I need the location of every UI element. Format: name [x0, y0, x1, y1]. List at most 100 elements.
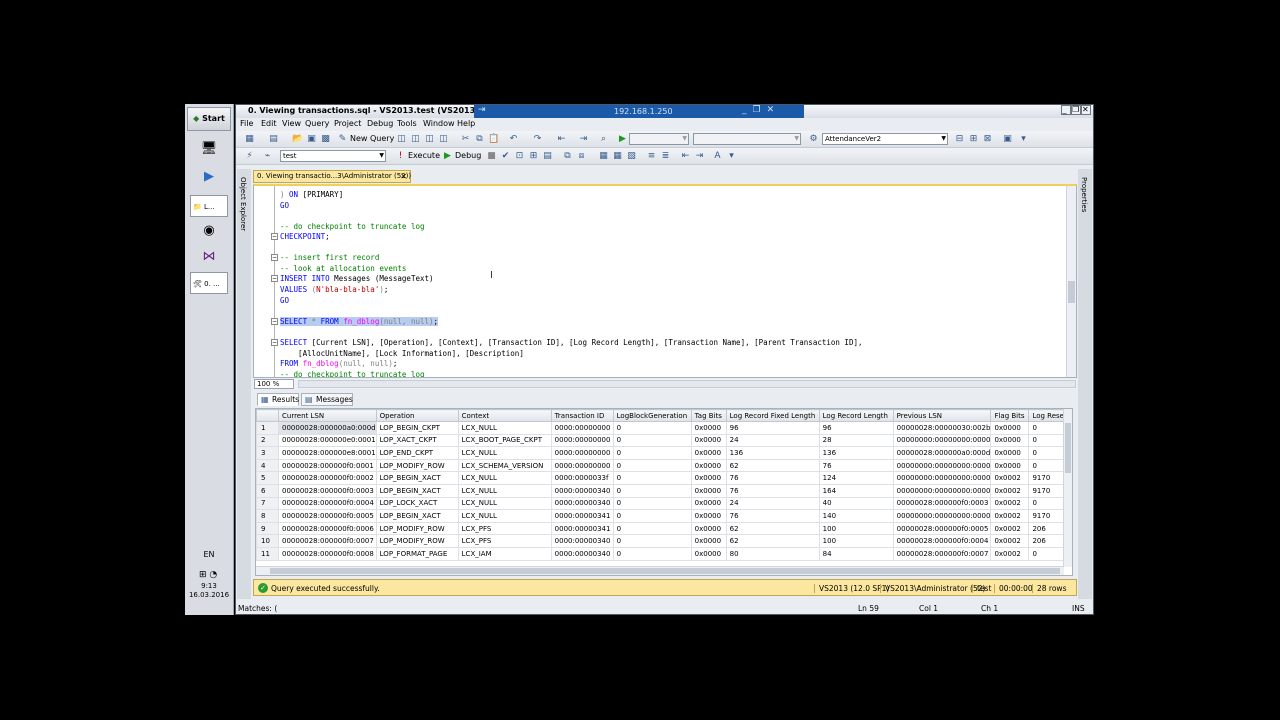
grid-cell[interactable]: 0x0002	[990, 496, 1030, 511]
add-item-icon[interactable]: ▤	[268, 134, 279, 145]
grid-cell[interactable]: LOP_LOCK_XACT	[375, 496, 459, 511]
grid-cell[interactable]: 76	[725, 471, 820, 485]
clock[interactable]: 9:13 16.03.2016	[185, 582, 233, 600]
menu-window[interactable]: Window	[423, 119, 455, 128]
powershell-icon[interactable]: ▶	[190, 166, 228, 188]
open-file-icon[interactable]: 📂	[292, 134, 303, 145]
include-plan-icon[interactable]: ⧉	[562, 151, 573, 162]
sql-editor[interactable]: ) ON [PRIMARY] GO -- do checkpoint to tr…	[253, 184, 1077, 378]
collapse-icon[interactable]: −	[271, 339, 278, 346]
column-header[interactable]: Flag Bits	[990, 409, 1030, 422]
menu-query[interactable]: Query	[305, 119, 329, 128]
intellisense-icon[interactable]: ▤	[542, 151, 553, 162]
table-row[interactable]: 5 00000028:000000f0:0002 LOP_BEGIN_XACT LCX…	[256, 471, 1068, 485]
save-all-icon[interactable]: ▩	[320, 134, 331, 145]
grid-cell[interactable]: 62	[725, 534, 820, 548]
grid-cell[interactable]: 00000028:000000a0:000d	[278, 421, 377, 435]
grid-cell[interactable]: 00000000:00000000:0000	[892, 471, 992, 485]
grid-cell[interactable]: LCX_BOOT_PAGE_CKPT	[457, 433, 552, 448]
grid-vertical-scrollbar[interactable]	[1063, 409, 1072, 567]
grid-cell[interactable]: 0x0000	[990, 458, 1030, 473]
new-query-icon[interactable]: ✎	[337, 134, 348, 145]
grid-cell[interactable]: 28	[818, 433, 894, 448]
grid-cell[interactable]: 140	[818, 509, 894, 523]
grid-cell[interactable]: 00000028:000000a0:000d	[892, 446, 992, 460]
grid-cell[interactable]: 0000:00000341	[550, 521, 614, 536]
window-close-button[interactable]: ✕	[1081, 105, 1091, 115]
grid-cell[interactable]: LOP_BEGIN_XACT	[375, 483, 459, 498]
results-to-grid-icon[interactable]: ▦	[612, 151, 623, 162]
grid-cell[interactable]: 0x0002	[990, 471, 1030, 485]
analysis-query-icon[interactable]: ◫	[410, 134, 421, 145]
grid-cell[interactable]: 0000:00000000	[550, 458, 614, 473]
remote-desktop-bar[interactable]: ⇥ 192.168.1.250 _❐✕	[474, 105, 804, 118]
available-databases-combo[interactable]: AttendanceVer2 ▼	[822, 133, 948, 145]
change-connection-icon[interactable]: ⚙	[808, 134, 819, 145]
grid-cell[interactable]: 0	[1028, 496, 1068, 511]
grid-cell[interactable]: 0000:00000340	[550, 534, 614, 548]
grid-cell[interactable]: 00000028:000000f0:0008	[278, 546, 377, 561]
table-row[interactable]: 9 00000028:000000f0:0006 LOP_MODIFY_ROW LCX…	[256, 521, 1068, 536]
grid-cell[interactable]: 0x0000	[690, 458, 727, 473]
grid-cell[interactable]: 00000000:00000000:0000	[892, 433, 992, 448]
grid-cell[interactable]: 0x0000	[690, 521, 727, 536]
toolbar-options-icon[interactable]: ▾	[1018, 134, 1029, 145]
grid-cell[interactable]: 0000:00000340	[550, 496, 614, 511]
grid-cell[interactable]: 0x0002	[990, 483, 1030, 498]
grid-cell[interactable]: 0	[612, 458, 692, 473]
grid-cell[interactable]: LOP_FORMAT_PAGE	[375, 546, 459, 561]
grid-cell[interactable]: 24	[725, 433, 820, 448]
grid-cell[interactable]: LCX_NULL	[457, 446, 552, 460]
zoom-combo[interactable]: 100 %	[254, 379, 294, 389]
grid-cell[interactable]: 0	[612, 496, 692, 511]
new-project-icon[interactable]: ▦	[244, 134, 255, 145]
grid-cell[interactable]: 0	[612, 471, 692, 485]
window-restore-button[interactable]: ❐	[1071, 105, 1081, 115]
increase-indent-icon[interactable]: ⇥	[694, 151, 705, 162]
close-tab-icon[interactable]: ✕	[400, 171, 407, 182]
menu-tools[interactable]: Tools	[397, 119, 417, 128]
grid-cell[interactable]: LCX_SCHEMA_VERSION	[457, 458, 552, 473]
grid-cell[interactable]: 0	[612, 446, 692, 460]
grid-cell[interactable]: LOP_END_CKPT	[375, 446, 459, 460]
grid-cell[interactable]: 00000028:00000030:002b	[892, 421, 992, 435]
navigate-back-icon[interactable]: ⇤	[556, 134, 567, 145]
window-minimize-button[interactable]: _	[1061, 105, 1071, 115]
object-explorer-icon[interactable]: ⊞	[968, 134, 979, 145]
tab-results[interactable]: ▦ Results	[257, 393, 299, 406]
grid-cell[interactable]: 206	[1028, 521, 1068, 536]
taskbar-item-explorer[interactable]: 📁 L...	[190, 195, 228, 217]
grid-cell[interactable]: 0	[1028, 421, 1068, 435]
grid-cell[interactable]: 00000028:000000f0:0005	[892, 521, 992, 536]
grid-cell[interactable]: 00000028:000000f0:0003	[892, 496, 992, 511]
xmla-query-icon[interactable]: ◫	[438, 134, 449, 145]
grid-cell[interactable]: LCX_NULL	[457, 421, 552, 435]
table-row[interactable]: 11 00000028:000000f0:0008 LOP_FORMAT_PAGE L…	[256, 546, 1068, 561]
grid-cell[interactable]: 0x0000	[990, 421, 1030, 435]
grid-cell[interactable]: LOP_MODIFY_ROW	[375, 534, 459, 548]
grid-cell[interactable]: LCX_NULL	[457, 471, 552, 485]
disconnect-icon[interactable]: ⌁	[262, 151, 273, 162]
grid-cell[interactable]: 0x0000	[990, 446, 1030, 460]
cancel-query-icon[interactable]: ■	[486, 151, 497, 162]
uncomment-icon[interactable]: ≣	[660, 151, 671, 162]
grid-cell[interactable]: 00000028:000000f0:0007	[892, 546, 992, 561]
grid-cell[interactable]: 136	[725, 446, 820, 460]
results-to-file-icon[interactable]: ▧	[626, 151, 637, 162]
grid-cell[interactable]: 0	[1028, 458, 1068, 473]
editor-vertical-scrollbar[interactable]	[1066, 186, 1076, 377]
grid-cell[interactable]: 0x0000	[690, 483, 727, 498]
registered-servers-icon[interactable]: ⊟	[954, 134, 965, 145]
results-to-text-icon[interactable]: ▦	[598, 151, 609, 162]
grid-cell[interactable]: 206	[1028, 534, 1068, 548]
start-icon[interactable]: ▶	[617, 134, 628, 145]
column-header[interactable]: Tag Bits	[690, 409, 727, 422]
row-number[interactable]: 5	[256, 471, 279, 485]
query-designer-icon[interactable]: ⊞	[528, 151, 539, 162]
mdx-query-icon[interactable]: ◫	[424, 134, 435, 145]
title-bar[interactable]: 0. Viewing transactions.sql - VS2013.tes…	[236, 105, 1093, 118]
debug-button[interactable]: Debug	[455, 151, 481, 160]
toolbox-icon[interactable]: ▣	[1002, 134, 1013, 145]
undo-icon[interactable]: ↶	[508, 134, 519, 145]
grid-cell[interactable]: LCX_NULL	[457, 483, 552, 498]
